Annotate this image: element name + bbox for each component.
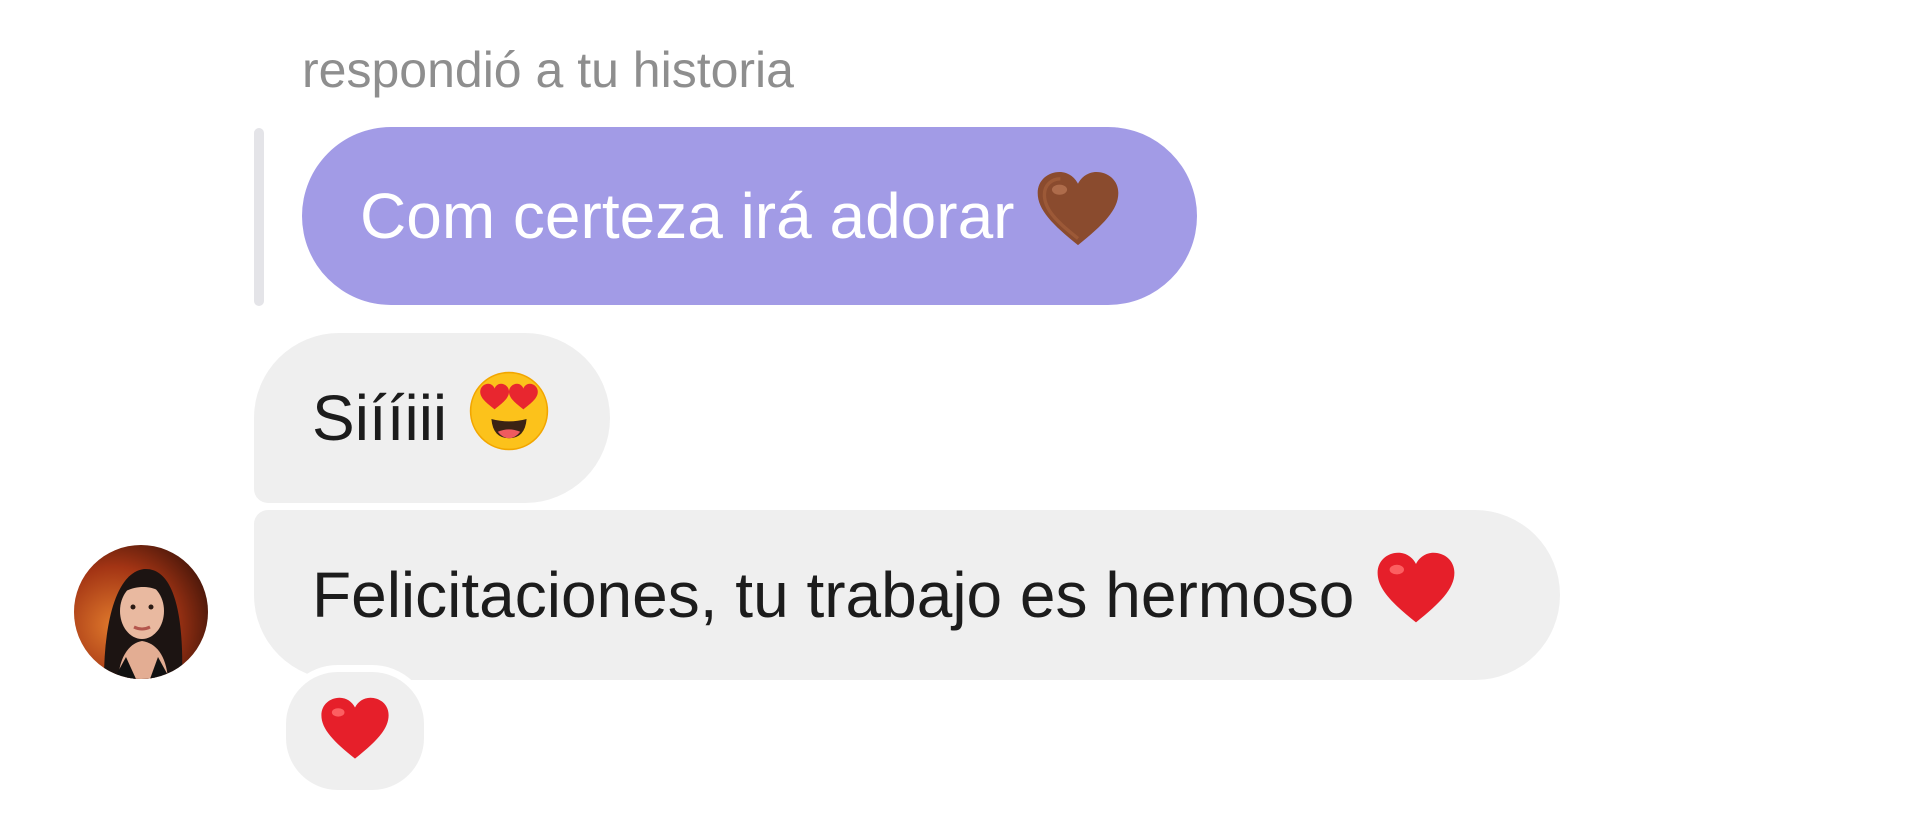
heart-eyes-face-icon	[469, 371, 549, 466]
quoted-message-text: Com certeza irá adorar	[360, 180, 1015, 252]
red-heart-icon	[1376, 552, 1456, 639]
brown-heart-icon	[1036, 171, 1120, 262]
quoted-message-bubble[interactable]: Com certeza irá adorar	[302, 127, 1197, 305]
avatar[interactable]	[74, 545, 208, 679]
red-heart-icon	[320, 697, 390, 765]
message-bubble[interactable]: Siííiii	[254, 333, 610, 503]
reply-quote-bar	[254, 128, 264, 306]
message-reaction[interactable]	[279, 665, 431, 797]
message-text: Siííiii	[312, 382, 448, 454]
message-text: Felicitaciones, tu trabajo es hermoso	[312, 559, 1355, 631]
chat-thread: respondió a tu historia Com certeza irá …	[0, 0, 1914, 822]
message-bubble[interactable]: Felicitaciones, tu trabajo es hermoso	[254, 510, 1560, 680]
story-reply-caption: respondió a tu historia	[302, 42, 794, 98]
